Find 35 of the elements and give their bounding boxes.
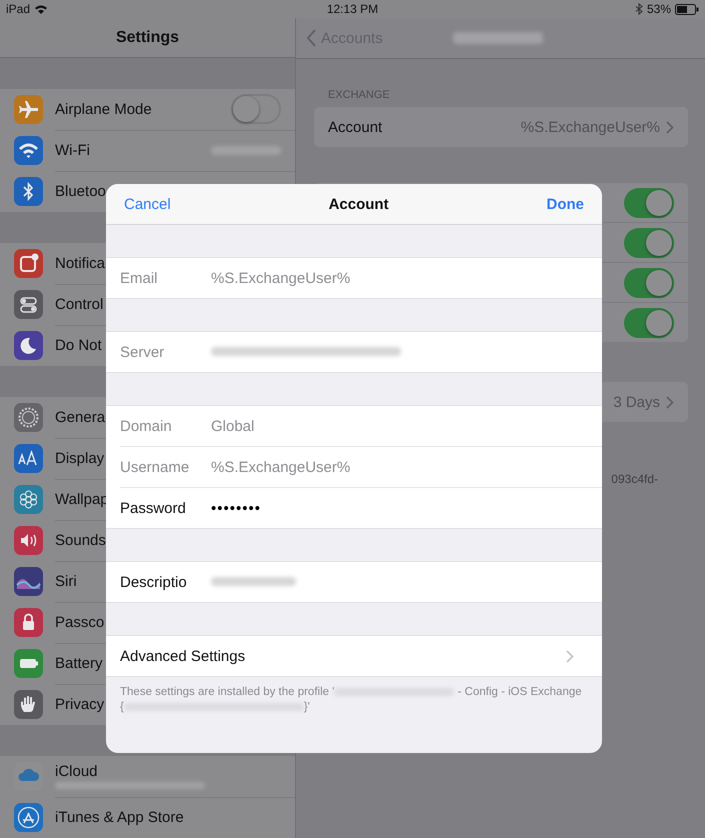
row-value: %S.ExchangeUser% — [520, 118, 660, 136]
input-field: %S.ExchangeUser% — [211, 270, 350, 286]
item-label: Airplane Mode — [55, 100, 152, 118]
row-value: 3 Days — [613, 394, 660, 410]
item-label: Passco — [55, 614, 104, 630]
battery-percentage: 53% — [646, 2, 671, 16]
sheet-title: Account — [328, 196, 389, 212]
item-label: Sounds — [55, 532, 106, 548]
field-label: Password — [120, 500, 187, 516]
row-label: Account — [328, 118, 382, 136]
input-field: Global — [211, 418, 254, 434]
footnote-text: 093c4fd- — [611, 472, 658, 486]
item-label: Control — [55, 296, 104, 312]
item-label: Privacy — [55, 696, 104, 713]
item-label: Siri — [55, 572, 77, 590]
clock: 12:13 PM — [326, 2, 378, 16]
sidebar-title: Settings — [116, 28, 180, 46]
item-label: Wi-Fi — [55, 142, 90, 158]
profile-note: These settings are installed by the profile ' - Config - iOS Exchange { }' — [120, 685, 583, 715]
field-label: Domain — [120, 418, 173, 434]
item-label: iTunes & App Store — [55, 809, 184, 826]
field-label: Email — [120, 270, 159, 286]
item-label: Notifica — [55, 254, 106, 272]
field-label: Username — [120, 458, 190, 476]
row-label: Advanced Settings — [120, 648, 246, 664]
item-label: iCloud — [55, 763, 99, 780]
item-label: Do Not — [55, 337, 102, 354]
item-label: Display — [55, 450, 104, 466]
item-label: Genera — [55, 408, 106, 426]
field-label: Descriptio — [120, 574, 188, 590]
item-label: Battery — [55, 654, 103, 672]
item-label: Bluetoo — [55, 183, 106, 200]
field-label: Server — [120, 344, 166, 360]
input-field: %S.ExchangeUser% — [211, 458, 350, 476]
device-name: iPad — [6, 2, 30, 16]
